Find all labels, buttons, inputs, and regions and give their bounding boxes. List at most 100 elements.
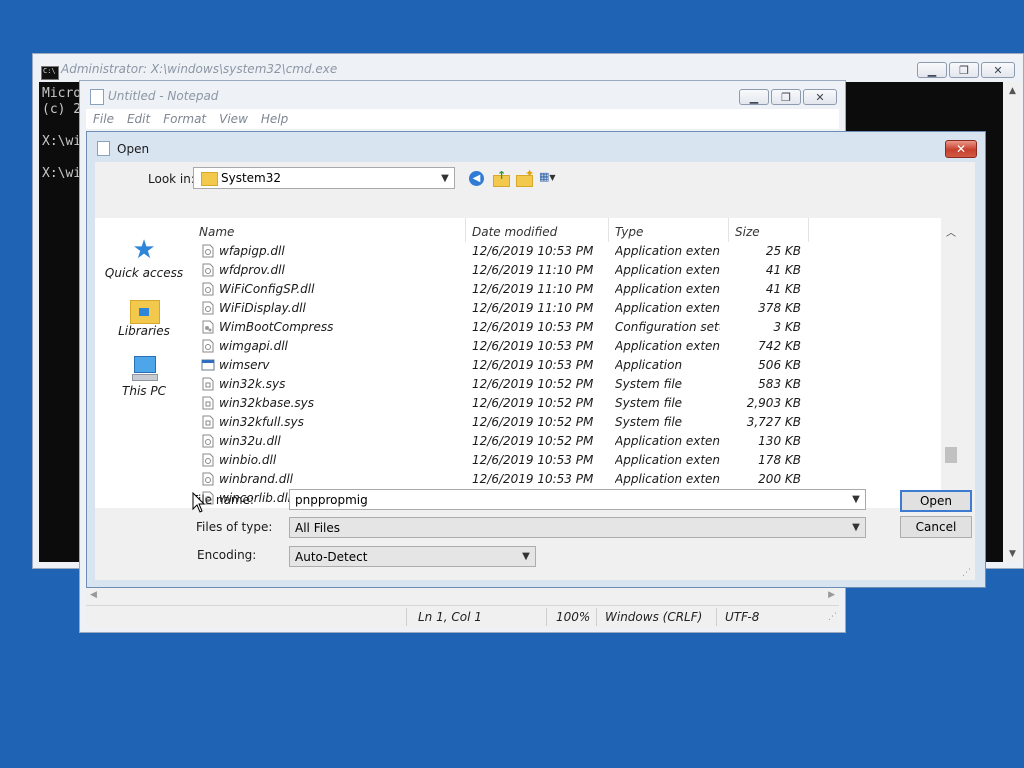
cmd-restore-button[interactable]: ❐ — [949, 62, 979, 78]
cmd-titlebar[interactable]: C:\ Administrator: X:\windows\system32\c… — [33, 54, 1023, 82]
file-row[interactable]: win32kfull.sys 12/6/2019 10:52 PM System f… — [193, 413, 933, 432]
file-row[interactable]: winbio.dll 12/6/2019 10:53 PM Application … — [193, 451, 933, 470]
column-separator[interactable] — [808, 218, 809, 242]
open-button[interactable]: Open — [900, 490, 972, 512]
file-row[interactable]: win32u.dll 12/6/2019 10:52 PM Application … — [193, 432, 933, 451]
notepad-titlebar[interactable]: Untitled - Notepad ▁ ❐ ✕ — [80, 81, 845, 109]
file-name: WiFiDisplay.dll — [219, 301, 306, 315]
file-row[interactable]: WimBootCompress 12/6/2019 10:53 PM Configu… — [193, 318, 933, 337]
dialog-close-button[interactable]: ✕ — [945, 140, 977, 158]
file-size: 3,727 KB — [746, 415, 801, 429]
place-libraries[interactable]: Libraries — [95, 296, 193, 338]
look-in-label: Look in: — [148, 172, 195, 186]
notepad-minimize-button[interactable]: ▁ — [739, 89, 769, 105]
file-date-modified: 12/6/2019 10:52 PM — [472, 377, 594, 391]
notepad-horizontal-scrollbar[interactable]: ◀ ▶ — [86, 587, 839, 605]
new-folder-icon[interactable]: ✦ — [516, 167, 534, 187]
up-folder-icon[interactable]: ↑ — [493, 169, 510, 187]
scroll-up-icon[interactable]: ︿ — [941, 222, 961, 240]
file-row[interactable]: WiFiDisplay.dll 12/6/2019 11:10 PM Applica… — [193, 299, 933, 318]
menu-view[interactable]: View — [212, 109, 254, 126]
file-date-modified: 12/6/2019 11:10 PM — [472, 301, 594, 315]
resize-grip-icon[interactable]: ⋰ — [962, 568, 971, 578]
cmd-title: Administrator: X:\windows\system32\cmd.e… — [61, 62, 338, 76]
menu-edit[interactable]: Edit — [120, 109, 156, 126]
column-date-modified[interactable]: Date modified — [472, 225, 557, 239]
mouse-cursor-icon — [192, 492, 206, 513]
encoding-dropdown[interactable]: Auto-Detect ▼ — [289, 546, 536, 567]
file-size: 742 KB — [758, 339, 801, 353]
scroll-left-icon[interactable]: ◀ — [90, 590, 97, 600]
notepad-menubar: File Edit Format View Help — [86, 109, 839, 129]
file-row[interactable]: win32kbase.sys 12/6/2019 10:52 PM System f… — [193, 394, 933, 413]
chevron-down-icon[interactable]: ▼ — [517, 547, 535, 566]
chevron-down-icon[interactable]: ▼ — [436, 168, 454, 188]
file-exe-icon — [201, 358, 215, 372]
file-dll-icon — [201, 472, 215, 486]
column-type[interactable]: Type — [615, 225, 643, 239]
chevron-down-icon[interactable]: ▼ — [847, 518, 865, 537]
column-separator[interactable] — [728, 218, 729, 242]
file-size: 583 KB — [758, 377, 801, 391]
menu-format[interactable]: Format — [156, 109, 212, 126]
libraries-icon — [130, 296, 160, 324]
resize-grip-icon[interactable]: ⋰ — [828, 612, 837, 622]
cmd-scroll-up-icon[interactable]: ▲ — [1004, 82, 1021, 99]
column-separator[interactable] — [465, 218, 466, 242]
cmd-app-icon: C:\ — [41, 66, 59, 80]
file-date-modified: 12/6/2019 10:53 PM — [472, 453, 594, 467]
file-row[interactable]: win32k.sys 12/6/2019 10:52 PM System file 5… — [193, 375, 933, 394]
file-date-modified: 12/6/2019 11:10 PM — [472, 263, 594, 277]
menu-help[interactable]: Help — [254, 109, 294, 126]
cmd-scrollbar[interactable]: ▲ ▼ — [1004, 82, 1021, 562]
status-separator — [406, 608, 407, 626]
cancel-button[interactable]: Cancel — [900, 516, 972, 538]
file-row[interactable]: wimgapi.dll 12/6/2019 10:53 PM Application… — [193, 337, 933, 356]
file-row[interactable]: winbrand.dll 12/6/2019 10:53 PM Applicatio… — [193, 470, 933, 489]
status-position: Ln 1, Col 1 — [418, 610, 482, 624]
open-dialog[interactable]: Open ✕ Look in: System32 ▼ ◀ ↑ ✦ ▦▼ ★ Qu… — [86, 131, 986, 588]
open-dialog-titlebar[interactable]: Open ✕ — [87, 132, 985, 162]
scroll-right-icon[interactable]: ▶ — [828, 590, 835, 600]
chevron-down-icon[interactable]: ▼ — [847, 490, 865, 509]
file-name: winbrand.dll — [219, 472, 293, 486]
file-row[interactable]: wfdprov.dll 12/6/2019 11:10 PM Application… — [193, 261, 933, 280]
notepad-maximize-button[interactable]: ❐ — [771, 89, 801, 105]
back-icon[interactable]: ◀ — [469, 171, 484, 186]
file-dll-icon — [201, 453, 215, 467]
file-row[interactable]: wfapigp.dll 12/6/2019 10:53 PM Application… — [193, 242, 933, 261]
file-dll-icon — [201, 434, 215, 448]
cmd-scroll-down-icon[interactable]: ▼ — [1004, 545, 1021, 562]
menu-file[interactable]: File — [86, 109, 120, 126]
view-menu-icon[interactable]: ▦▼ — [539, 170, 565, 186]
encoding-value: Auto-Detect — [295, 550, 368, 564]
file-size: 200 KB — [758, 472, 801, 486]
file-type: Application extens... — [615, 453, 720, 467]
look-in-dropdown[interactable]: System32 ▼ — [193, 167, 455, 189]
column-name[interactable]: Name — [199, 225, 234, 239]
notepad-close-button[interactable]: ✕ — [803, 89, 837, 105]
file-type: Application extens... — [615, 244, 720, 258]
cmd-close-button[interactable]: ✕ — [981, 62, 1015, 78]
file-type: Application extens... — [615, 263, 720, 277]
file-row[interactable]: WiFiConfigSP.dll 12/6/2019 11:10 PM Applic… — [193, 280, 933, 299]
file-date-modified: 12/6/2019 11:10 PM — [472, 282, 594, 296]
place-this-pc[interactable]: This PC — [95, 356, 193, 398]
file-size: 25 KB — [765, 244, 801, 258]
file-list-scrollbar[interactable]: ︿ ﹀ — [941, 218, 961, 508]
file-list[interactable]: ⌃ Name Date modified Type Size wfapigp.d… — [193, 218, 961, 508]
file-row[interactable]: wimserv 12/6/2019 10:53 PM Application 506 … — [193, 356, 933, 375]
column-separator[interactable] — [608, 218, 609, 242]
cmd-minimize-button[interactable]: ▁ — [917, 62, 947, 78]
file-name: win32kbase.sys — [219, 396, 314, 410]
files-of-type-dropdown[interactable]: All Files ▼ — [289, 517, 866, 538]
scrollbar-thumb[interactable] — [945, 447, 957, 463]
file-date-modified: 12/6/2019 10:52 PM — [472, 434, 594, 448]
status-line-endings: Windows (CRLF) — [605, 610, 703, 624]
file-dll-icon — [201, 339, 215, 353]
place-quick-access[interactable]: ★ Quick access — [95, 236, 193, 280]
column-size[interactable]: Size — [735, 225, 760, 239]
star-icon: ★ — [132, 235, 156, 265]
file-name-input[interactable]: pnppropmig ▼ — [289, 489, 866, 510]
status-separator — [716, 608, 717, 626]
